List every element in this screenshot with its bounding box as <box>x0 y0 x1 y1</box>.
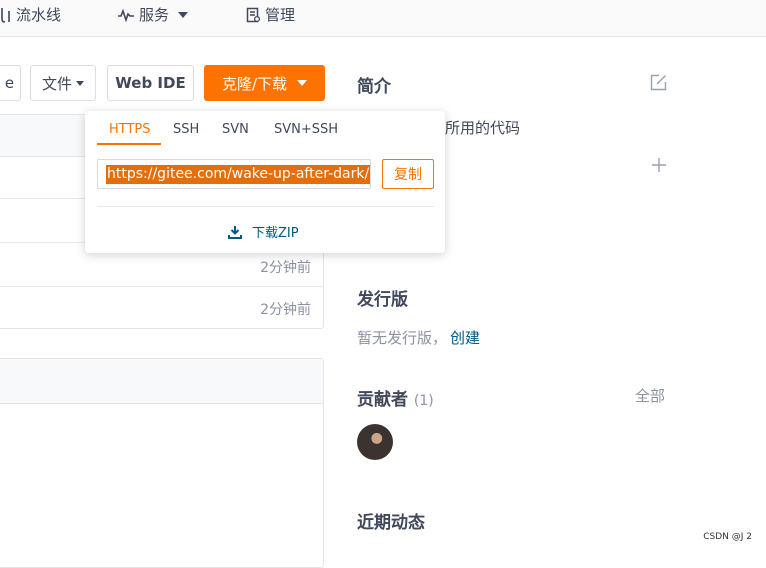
tab-svn-ssh[interactable]: SVN+SSH <box>274 122 338 137</box>
tab-svn[interactable]: SVN <box>222 122 249 137</box>
edit-icon[interactable] <box>650 74 667 91</box>
avatar[interactable] <box>357 424 393 460</box>
intro-title: 简介 <box>357 77 391 97</box>
nav-pipeline[interactable]: 流水线 <box>0 4 61 25</box>
popup-divider <box>97 206 434 207</box>
releases-empty: 暂无发行版， 创建 <box>357 327 480 348</box>
releases-none-text: 暂无发行版， <box>357 329 448 347</box>
contributors-count: (1) <box>413 393 434 409</box>
readme-header <box>0 359 323 404</box>
intro-text: 所用的代码 <box>445 119 521 137</box>
readme-panel <box>0 358 324 568</box>
contributors-title: 贡献者 (1) <box>357 385 434 410</box>
file-button[interactable]: 文件 <box>30 65 96 101</box>
clone-popup: HTTPS SSH SVN SVN+SSH https://gitee.com/… <box>85 111 445 253</box>
partial-button-label: e <box>4 74 15 92</box>
copy-button[interactable]: 复制 <box>382 159 434 189</box>
nav-manage[interactable]: 管理 <box>246 4 295 25</box>
nav-services-label: 服务 <box>139 6 170 24</box>
clone-url-value: https://gitee.com/wake-up-after-dark/ <box>106 165 370 184</box>
chevron-down-icon <box>178 11 189 18</box>
contributors-all-link[interactable]: 全部 <box>635 385 665 406</box>
releases-title: 发行版 <box>357 290 408 310</box>
download-zip-label: 下载ZIP <box>252 226 299 241</box>
top-nav-bar: 流水线 服务 管理 <box>0 0 766 37</box>
contributors-title-label: 贡献者 <box>357 390 408 410</box>
partial-button[interactable]: e <box>0 65 21 101</box>
file-row[interactable]: 2分钟前 <box>0 287 323 329</box>
plus-icon[interactable] <box>651 157 667 173</box>
clone-url-input[interactable]: https://gitee.com/wake-up-after-dark/ <box>97 159 371 189</box>
manage-icon <box>246 7 261 22</box>
nav-manage-label: 管理 <box>265 6 296 24</box>
file-row-time: 2分钟前 <box>260 260 311 276</box>
file-button-label: 文件 <box>41 74 72 93</box>
clone-download-label: 克隆/下载 <box>221 74 288 93</box>
releases-create-link[interactable]: 创建 <box>450 329 480 347</box>
tab-ssh[interactable]: SSH <box>173 122 199 137</box>
webide-button[interactable]: Web IDE <box>107 65 194 101</box>
webide-button-label: Web IDE <box>115 74 186 92</box>
activity-icon <box>118 8 134 22</box>
chevron-down-icon <box>297 80 308 86</box>
pipeline-icon <box>1 7 10 23</box>
activity-title: 近期动态 <box>357 513 425 533</box>
nav-pipeline-label: 流水线 <box>16 6 62 24</box>
watermark: CSDN @J 2 <box>703 532 752 542</box>
clone-download-button[interactable]: 克隆/下载 <box>204 65 325 101</box>
download-icon <box>228 225 242 239</box>
active-tab-indicator <box>97 143 161 145</box>
download-zip-link[interactable]: 下载ZIP <box>228 222 299 241</box>
tab-https[interactable]: HTTPS <box>109 122 151 137</box>
chevron-down-icon <box>76 80 84 86</box>
nav-services[interactable]: 服务 <box>117 4 189 25</box>
file-row-time: 2分钟前 <box>260 302 311 318</box>
